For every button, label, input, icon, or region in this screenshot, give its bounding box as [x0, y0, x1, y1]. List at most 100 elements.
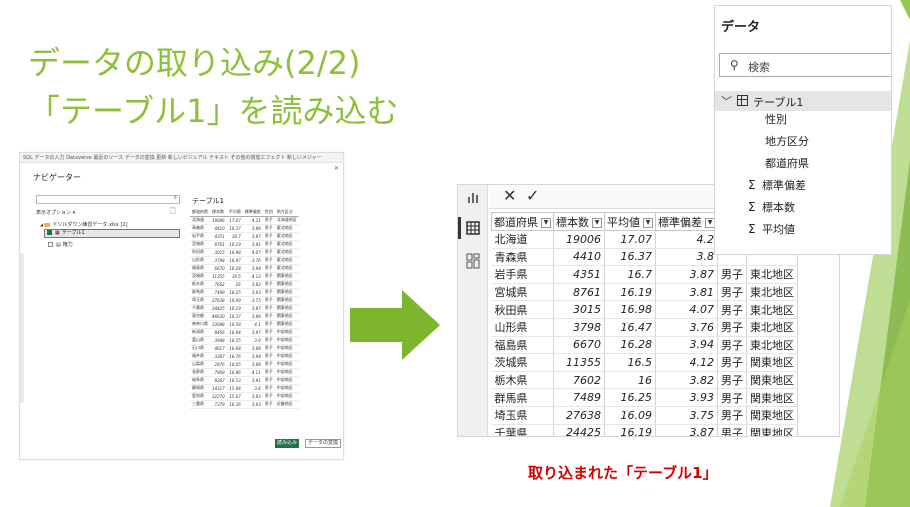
preview-cell: 男子	[262, 336, 275, 345]
report-view-icon[interactable]	[465, 191, 481, 209]
cancel-icon[interactable]: ✕	[503, 186, 516, 205]
table-view-icon[interactable]	[465, 221, 481, 239]
grid-column-header[interactable]: 標本数 ▼	[553, 212, 605, 231]
preview-column-header: 都道府県	[190, 208, 210, 217]
preview-cell: 男子	[262, 232, 275, 241]
preview-cell: 男子	[262, 376, 275, 385]
grid-cell: 3.87	[655, 265, 718, 284]
preview-cell: 中部地区	[274, 328, 299, 337]
preview-cell: 16.53	[226, 376, 243, 385]
preview-cell: 16.84	[226, 328, 243, 337]
grid-cell: 4.2	[655, 230, 718, 249]
preview-cell: 3.76	[242, 256, 263, 265]
grid-cell: 岩手県	[491, 265, 554, 284]
transform-data-button[interactable]: データの変換	[305, 439, 341, 448]
grid-cell: 16.19	[604, 283, 656, 302]
model-view-icon[interactable]	[465, 253, 481, 273]
filter-dropdown-icon[interactable]: ▼	[592, 217, 602, 228]
preview-cell: 15.67	[226, 392, 243, 401]
preview-row: 静岡県 14317 15.84 3.8 男子 中部地区	[190, 384, 299, 393]
grid-column-header[interactable]: 標準偏差 ▼	[655, 212, 718, 231]
navigator-search-input[interactable]: ⌕	[36, 194, 180, 204]
field-item[interactable]: 都道府県	[765, 155, 809, 171]
caption: 取り込まれた「テーブル1」	[528, 464, 718, 482]
commit-icon[interactable]: ✓	[526, 186, 539, 205]
preview-cell: 3.87	[242, 232, 263, 241]
grid-row[interactable]: 福島県 6670 16.28 3.94 男子 東北地区	[491, 336, 798, 355]
grid-row[interactable]: 岩手県 4351 16.7 3.87 男子 東北地区	[491, 265, 798, 284]
grid-row[interactable]: 群馬県 7489 16.25 3.93 男子 関東地区	[491, 388, 798, 407]
grid-column-header[interactable]: 都道府県 ▼	[491, 212, 554, 231]
preview-row: 新潟県 8456 16.84 3.97 男子 中部地区	[190, 328, 299, 337]
grid-cell: 16.37	[604, 248, 656, 267]
preview-cell: 関東地区	[274, 304, 299, 313]
preview-cell: 中部地区	[274, 392, 299, 401]
grid-cell: 男子	[717, 265, 747, 284]
right-arrow-icon	[350, 290, 440, 360]
field-item[interactable]: 性別	[765, 111, 787, 127]
preview-row: 愛知県 32270 15.67 3.83 男子 中部地区	[190, 392, 299, 401]
preview-cell: 16.68	[226, 344, 243, 353]
preview-cell: 3015	[210, 248, 227, 257]
load-button[interactable]: 読み込み	[275, 439, 299, 448]
grid-cell: 6670	[553, 336, 605, 355]
preview-cell: 男子	[262, 248, 275, 257]
sigma-icon: Σ	[748, 178, 756, 192]
field-label: 平均値	[762, 223, 795, 236]
preview-cell: 16.58	[226, 320, 243, 329]
table-icon	[737, 95, 748, 106]
slide-title-line2: 「テーブル1」を読み込む	[28, 92, 399, 130]
field-item[interactable]: 地方区分	[765, 133, 809, 149]
preview-row: 長野県 7809 16.86 4.11 男子 中部地区	[190, 368, 299, 377]
preview-cell: 3.88	[242, 360, 263, 369]
left-rail	[20, 253, 24, 403]
preview-row: 群馬県 7489 16.25 3.93 男子 関東地区	[190, 288, 299, 297]
chevron-down-icon[interactable]: ﹀	[721, 93, 732, 109]
refresh-icon[interactable]: 🗋	[170, 207, 176, 218]
tree-item-other[interactable]: ▤ 権力	[48, 241, 73, 248]
grid-cell: 千葉県	[491, 424, 554, 436]
preview-cell: 山梨県	[190, 360, 210, 369]
preview-cell: 3948	[210, 336, 227, 345]
grid-cell: 男子	[717, 388, 747, 407]
field-table-row[interactable]: ﹀ テーブル1	[715, 91, 891, 111]
field-label: 標本数	[762, 201, 795, 214]
field-item[interactable]: Σ 平均値	[748, 221, 795, 237]
field-label: 標準偏差	[762, 179, 806, 192]
grid-cell: 24425	[553, 424, 605, 436]
grid-cell: 東北地区	[746, 265, 798, 284]
grid-row[interactable]: 山形県 3798 16.47 3.76 男子 東北地区	[491, 318, 798, 337]
preview-cell: 関東地区	[274, 296, 299, 305]
preview-cell: 中部地区	[274, 376, 299, 385]
checkbox-checked[interactable]	[47, 230, 52, 235]
grid-row[interactable]: 茨城県 11355 16.5 4.12 男子 関東地区	[491, 353, 798, 372]
display-options[interactable]: 表示オプション ▾	[36, 209, 75, 216]
grid-cell: 3015	[553, 300, 605, 319]
preview-cell: 11355	[210, 272, 227, 281]
filter-dropdown-icon[interactable]: ▼	[643, 217, 653, 228]
preview-cell: 栃木県	[190, 280, 210, 289]
grid-row[interactable]: 栃木県 7602 16 3.82 男子 関東地区	[491, 371, 798, 390]
field-item[interactable]: Σ 標準偏差	[748, 177, 806, 193]
grid-row[interactable]: 千葉県 24425 16.19 3.87 男子 関東地区	[491, 424, 798, 436]
close-icon[interactable]: ✕	[334, 165, 339, 172]
grid-row[interactable]: 秋田県 3015 16.98 4.07 男子 東北地区	[491, 300, 798, 319]
tree-item-table1[interactable]: ▦ テーブル1	[44, 229, 180, 238]
grid-cell: 16	[604, 371, 656, 390]
filter-dropdown-icon[interactable]: ▼	[541, 217, 551, 228]
grid-cell: 男子	[717, 318, 747, 337]
checkbox-unchecked[interactable]	[48, 242, 53, 247]
tree-item-workbook[interactable]: ◢ ドリルダウン練習データ.xlsx [2]	[40, 221, 128, 228]
field-item[interactable]: Σ 標本数	[748, 199, 795, 215]
fields-search-input[interactable]: ⚲ 検索	[719, 53, 891, 77]
active-indicator	[458, 217, 461, 239]
preview-cell: 4410	[210, 224, 227, 233]
preview-cell: 男子	[262, 288, 275, 297]
grid-column-header[interactable]: 平均値 ▼	[604, 212, 656, 231]
preview-cell: 2876	[210, 360, 227, 369]
grid-row[interactable]: 宮城県 8761 16.19 3.81 男子 東北地区	[491, 283, 798, 302]
ribbon: SQL データの入力 Dataverse 最近のソース データの変換 更新 新し…	[20, 153, 343, 163]
preview-cell: 東北地区	[274, 224, 299, 233]
grid-row[interactable]: 埼玉県 27638 16.09 3.75 男子 関東地区	[491, 406, 798, 425]
preview-cell: 青森県	[190, 224, 210, 233]
